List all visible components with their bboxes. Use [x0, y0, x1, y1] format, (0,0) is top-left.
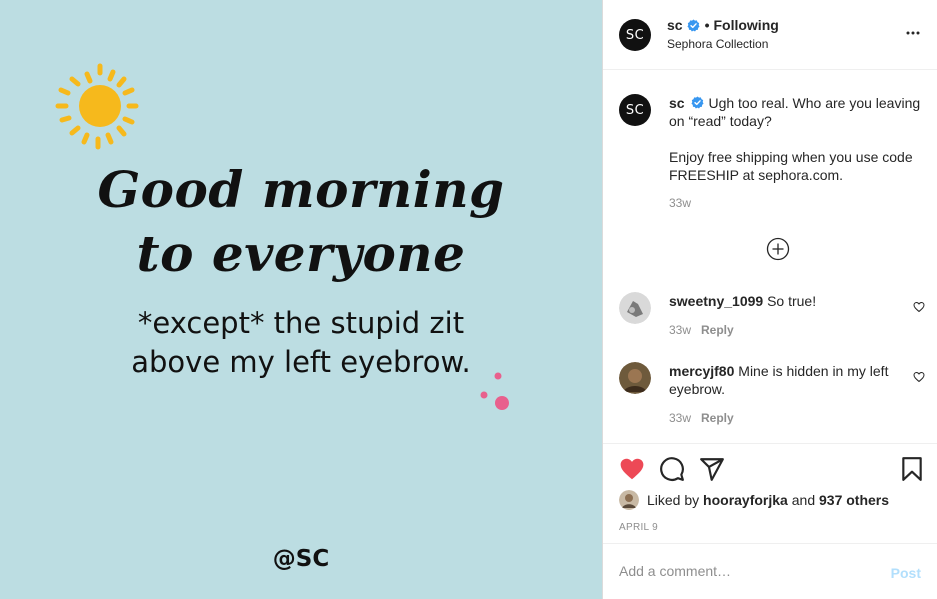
caption-body-2: Enjoy free shipping when you use code FR…	[669, 149, 913, 183]
bookmark-icon[interactable]	[899, 456, 925, 482]
comment-text: mercyjf80 Mine is hidden in my left eyeb…	[669, 362, 891, 398]
comment-input[interactable]	[619, 563, 869, 579]
comment-icon[interactable]	[659, 456, 685, 482]
caption-username[interactable]: sc	[669, 95, 685, 111]
liker-avatar[interactable]	[619, 490, 639, 510]
caption-avatar[interactable]: SC	[619, 94, 651, 126]
caption-body-1: Ugh too real. Who are you leaving on “re…	[669, 95, 921, 129]
verified-badge-icon	[687, 18, 700, 32]
pink-dots-decoration	[480, 372, 509, 410]
comment-time[interactable]: 33w	[669, 411, 691, 425]
header-username[interactable]: sc	[667, 17, 683, 33]
comment-username[interactable]: mercyjf80	[669, 363, 734, 379]
send-icon[interactable]	[699, 456, 725, 482]
comment-meta: 33w Reply	[669, 323, 734, 337]
post-sidebar: SC sc • Following Sephora Collection SC …	[602, 0, 937, 599]
reply-button[interactable]: Reply	[701, 411, 734, 425]
caption-timestamp[interactable]: 33w	[669, 196, 691, 210]
heart-outline-icon[interactable]	[913, 371, 925, 383]
liker-username[interactable]: hoorayforjka	[703, 492, 788, 508]
comment-text: sweetny_1099 So true!	[669, 292, 891, 310]
header-separator: •	[704, 17, 710, 33]
header-name-row: sc • Following	[667, 17, 779, 33]
commenter-avatar[interactable]	[619, 362, 651, 394]
headline-line-2: to everyone	[136, 224, 466, 283]
heart-outline-icon[interactable]	[913, 301, 925, 313]
likes-and: and	[791, 492, 816, 508]
image-handle-text: @SC	[272, 546, 330, 572]
comment-body: So true!	[767, 293, 817, 309]
following-button[interactable]: Following	[713, 17, 778, 33]
comment-time[interactable]: 33w	[669, 323, 691, 337]
comment-username[interactable]: sweetny_1099	[669, 293, 763, 309]
verified-badge-icon	[691, 96, 705, 109]
instagram-post-view: Good morning to everyone *except* the st…	[0, 0, 937, 599]
post-comment-button[interactable]: Post	[891, 565, 921, 581]
likes-prefix: Liked by	[647, 492, 700, 508]
post-date[interactable]: April 9	[619, 522, 658, 533]
more-horizontal-icon[interactable]	[905, 25, 921, 41]
comment-meta: 33w Reply	[669, 411, 734, 425]
post-image[interactable]: Good morning to everyone *except* the st…	[0, 0, 602, 599]
likes-others[interactable]: 937 others	[819, 492, 889, 508]
sun-illustration	[55, 63, 139, 150]
post-header: SC sc • Following Sephora Collection	[603, 0, 937, 70]
subline-line-1: *except* the stupid zit	[137, 306, 465, 340]
plus-circle-icon[interactable]	[766, 237, 790, 261]
heart-filled-icon[interactable]	[619, 456, 645, 482]
add-comment-bar: Post	[603, 543, 937, 599]
post-actions: Liked by hoorayforjka and 937 others Apr…	[603, 443, 937, 533]
caption-text: sc Ugh too real. Who are you leaving on …	[669, 94, 931, 184]
likes-row: Liked by hoorayforjka and 937 others	[619, 490, 889, 510]
headline-line-1: Good morning	[97, 160, 505, 219]
commenter-avatar[interactable]	[619, 292, 651, 324]
header-subtitle: Sephora Collection	[667, 37, 769, 51]
profile-avatar[interactable]: SC	[619, 19, 651, 51]
reply-button[interactable]: Reply	[701, 323, 734, 337]
